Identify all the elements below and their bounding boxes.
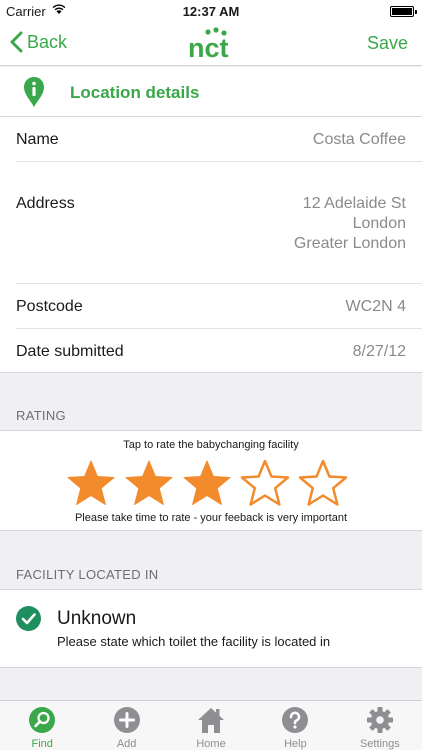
tab-home-label: Home	[196, 738, 226, 750]
tab-home[interactable]: Home	[169, 701, 253, 750]
star-filled-icon[interactable]	[182, 459, 240, 509]
star-filled-icon[interactable]	[66, 459, 124, 509]
star-empty-icon[interactable]	[240, 459, 298, 509]
facility-hint: Please state which toilet the facility i…	[57, 634, 331, 649]
status-bar: Carrier 12:37 AM	[0, 0, 422, 22]
tab-add[interactable]: Add	[84, 701, 168, 750]
address-label: Address	[16, 195, 75, 212]
tab-settings-label: Settings	[359, 738, 400, 750]
date-label: Date submitted	[16, 343, 124, 360]
facility-option[interactable]: Unknown Please state which toilet the fa…	[0, 589, 422, 668]
detail-row-date: Date submitted 8/27/12	[16, 329, 422, 373]
facility-header: FACILITY LOCATED IN	[16, 567, 159, 582]
search-icon	[29, 707, 56, 733]
tab-find[interactable]: Find	[0, 701, 84, 750]
help-icon	[282, 707, 309, 733]
rating-prompt: Tap to rate the babychanging facility	[123, 439, 299, 451]
detail-row-name: Name Costa Coffee	[16, 117, 422, 162]
address-value: 12 Adelaide St London Greater London	[294, 194, 406, 254]
section-title: Location details	[70, 83, 200, 102]
date-value: 8/27/12	[352, 343, 406, 360]
logo-text: nct	[188, 33, 229, 61]
star-rating[interactable]	[66, 459, 356, 509]
home-icon	[198, 708, 225, 733]
tab-find-label: Find	[31, 738, 53, 750]
detail-row-address: Address 12 Adelaide St London Greater Lo…	[16, 162, 422, 284]
nct-logo: nct	[187, 27, 235, 66]
tab-add-label: Add	[116, 738, 137, 750]
clock: 12:37 AM	[182, 4, 240, 19]
rating-note: Please take time to rate - your feeback …	[74, 512, 348, 524]
add-icon	[113, 707, 140, 733]
tab-settings[interactable]: Settings	[338, 701, 422, 750]
tab-help-label: Help	[284, 738, 307, 750]
navigation-bar: Back nct Save	[0, 22, 422, 66]
tab-bar: Find Add Home Help Settings	[0, 700, 422, 750]
checkmark-icon	[16, 606, 41, 636]
name-value: Costa Coffee	[312, 131, 406, 148]
info-pin-icon	[23, 76, 45, 113]
battery-icon	[390, 6, 417, 17]
postcode-value: WC2N 4	[345, 298, 406, 315]
details-list: Name Costa Coffee Address 12 Adelaide St…	[0, 117, 422, 373]
star-filled-icon[interactable]	[124, 459, 182, 509]
rating-header: RATING	[16, 408, 66, 423]
rating-panel: Tap to rate the babychanging facility Pl…	[0, 430, 422, 531]
chevron-left-icon	[10, 31, 23, 53]
postcode-label: Postcode	[16, 298, 83, 315]
tab-help[interactable]: Help	[253, 701, 337, 750]
address-line-3: Greater London	[293, 235, 406, 252]
address-line-1: 12 Adelaide St	[302, 195, 406, 212]
back-button[interactable]: Back	[10, 31, 67, 53]
name-label: Name	[16, 131, 59, 148]
save-button[interactable]: Save	[367, 33, 408, 54]
star-empty-icon[interactable]	[298, 459, 356, 509]
address-line-2: London	[352, 215, 406, 232]
detail-row-postcode: Postcode WC2N 4	[16, 284, 422, 329]
gear-icon	[366, 707, 393, 733]
back-label: Back	[27, 31, 68, 52]
section-header: Location details	[0, 67, 422, 117]
facility-name: Unknown	[57, 608, 137, 629]
